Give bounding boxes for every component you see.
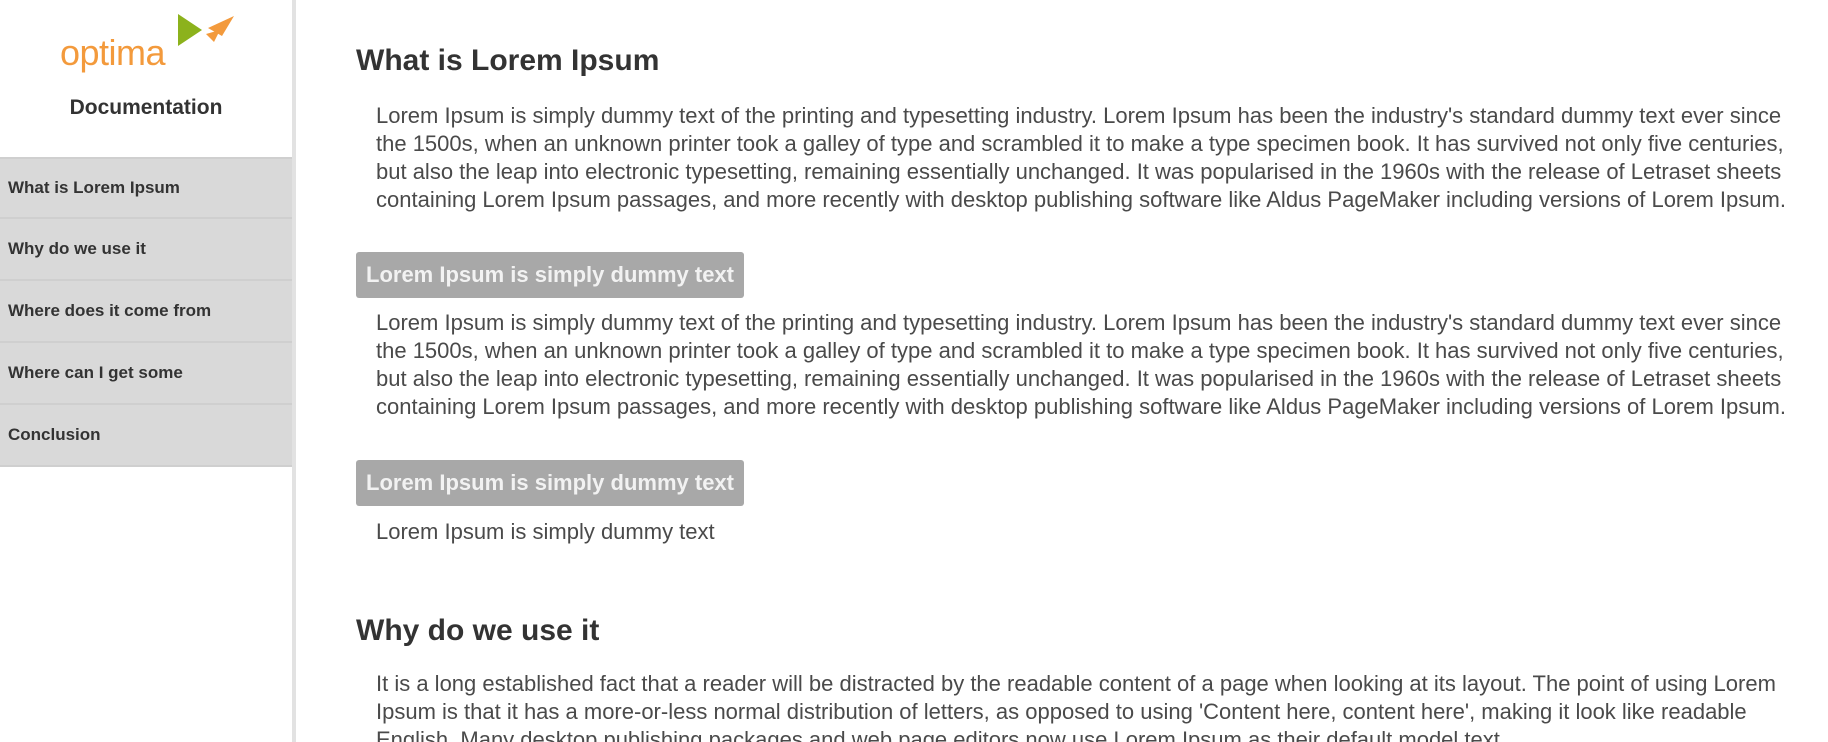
sidebar-item-where-can-i-get-some[interactable]: Where can I get some [0,343,292,405]
logo: optima [58,12,248,82]
section1-pill-2-wrap: Lorem Ipsum is simply dummy text [356,460,744,506]
sidebar-item-conclusion[interactable]: Conclusion [0,405,292,467]
optima-arrow-bird-icon [178,14,234,46]
section-title-what-is-lorem-ipsum: What is Lorem Ipsum [356,44,660,77]
sidebar-nav: What is Lorem Ipsum Why do we use it Whe… [0,157,292,467]
section2-paragraph-1: It is a long established fact that a rea… [376,671,1776,742]
section1-pill-button-1[interactable]: Lorem Ipsum is simply dummy text [356,252,744,298]
sidebar-item-where-does-it-come-from[interactable]: Where does it come from [0,281,292,343]
documentation-app: optima Documentation What is Lorem Ipsum… [0,0,1828,742]
sidebar-item-what-is-lorem-ipsum[interactable]: What is Lorem Ipsum [0,157,292,219]
section1-tail-text: Lorem Ipsum is simply dummy text [376,519,715,544]
sidebar-title: Documentation [69,96,223,119]
logo-text: optima [60,32,166,73]
sidebar-item-why-do-we-use-it[interactable]: Why do we use it [0,219,292,281]
section1-pill-button-2[interactable]: Lorem Ipsum is simply dummy text [356,460,744,506]
section1-paragraph-2: Lorem Ipsum is simply dummy text of the … [376,310,1786,419]
sidebar: optima Documentation What is Lorem Ipsum… [0,0,296,742]
main-content: What is Lorem Ipsum Lorem Ipsum is simpl… [356,0,1816,742]
section1-paragraph-1: Lorem Ipsum is simply dummy text of the … [376,103,1786,212]
section1-pill-1-wrap: Lorem Ipsum is simply dummy text [356,252,744,298]
section-title-why-do-we-use-it: Why do we use it [356,614,600,647]
